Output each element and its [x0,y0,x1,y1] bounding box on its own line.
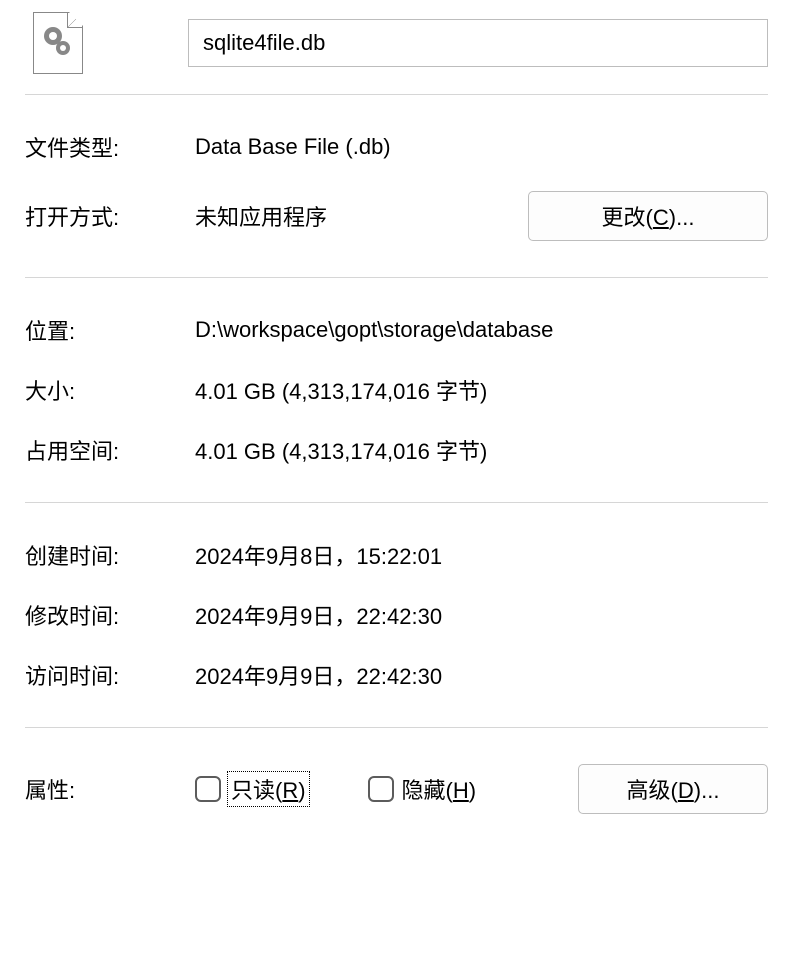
value-location: D:\workspace\gopt\storage\database [195,317,768,343]
label-modified: 修改时间: [25,599,195,631]
label-location: 位置: [25,314,195,346]
row-size-on-disk: 占用空间: 4.01 GB (4,313,174,016 字节) [25,420,768,480]
label-open-with: 打开方式: [25,200,195,232]
hidden-label[interactable]: 隐藏(H) [402,773,477,805]
hidden-check-group: 隐藏(H) [368,773,477,805]
label-created: 创建时间: [25,539,195,571]
section-dates: 创建时间: 2024年9月8日，15:22:01 修改时间: 2024年9月9日… [25,503,768,727]
value-file-type: Data Base File (.db) [195,134,768,160]
value-accessed: 2024年9月9日，22:42:30 [195,659,768,691]
section-location: 位置: D:\workspace\gopt\storage\database 大… [25,278,768,502]
value-open-with: 未知应用程序 [195,200,528,232]
settings-gear-icon [44,27,74,61]
row-size: 大小: 4.01 GB (4,313,174,016 字节) [25,360,768,420]
label-size: 大小: [25,374,195,406]
row-location: 位置: D:\workspace\gopt\storage\database [25,300,768,360]
value-modified: 2024年9月9日，22:42:30 [195,599,768,631]
section-attributes: 属性: 只读(R) 隐藏(H) 高级(D)... [25,728,768,850]
row-file-type: 文件类型: Data Base File (.db) [25,117,768,177]
properties-panel: 文件类型: Data Base File (.db) 打开方式: 未知应用程序 … [0,0,793,850]
readonly-label[interactable]: 只读(R) [229,773,308,805]
section-general: 文件类型: Data Base File (.db) 打开方式: 未知应用程序 … [25,95,768,277]
value-created: 2024年9月8日，15:22:01 [195,539,768,571]
file-type-icon [33,12,83,74]
row-modified: 修改时间: 2024年9月9日，22:42:30 [25,585,768,645]
readonly-checkbox[interactable] [195,776,221,802]
change-button[interactable]: 更改(C)... [528,191,768,241]
advanced-button[interactable]: 高级(D)... [578,764,768,814]
value-size: 4.01 GB (4,313,174,016 字节) [195,374,768,406]
label-accessed: 访问时间: [25,659,195,691]
row-created: 创建时间: 2024年9月8日，15:22:01 [25,525,768,585]
row-open-with: 打开方式: 未知应用程序 更改(C)... [25,177,768,255]
label-file-type: 文件类型: [25,131,195,163]
readonly-check-group: 只读(R) [195,773,308,805]
hidden-checkbox[interactable] [368,776,394,802]
row-attributes: 属性: 只读(R) 隐藏(H) 高级(D)... [25,750,768,828]
label-attributes: 属性: [25,773,195,805]
filename-input[interactable] [188,19,768,67]
header-row [25,12,768,94]
row-accessed: 访问时间: 2024年9月9日，22:42:30 [25,645,768,705]
label-size-on-disk: 占用空间: [25,434,195,466]
value-size-on-disk: 4.01 GB (4,313,174,016 字节) [195,434,768,466]
